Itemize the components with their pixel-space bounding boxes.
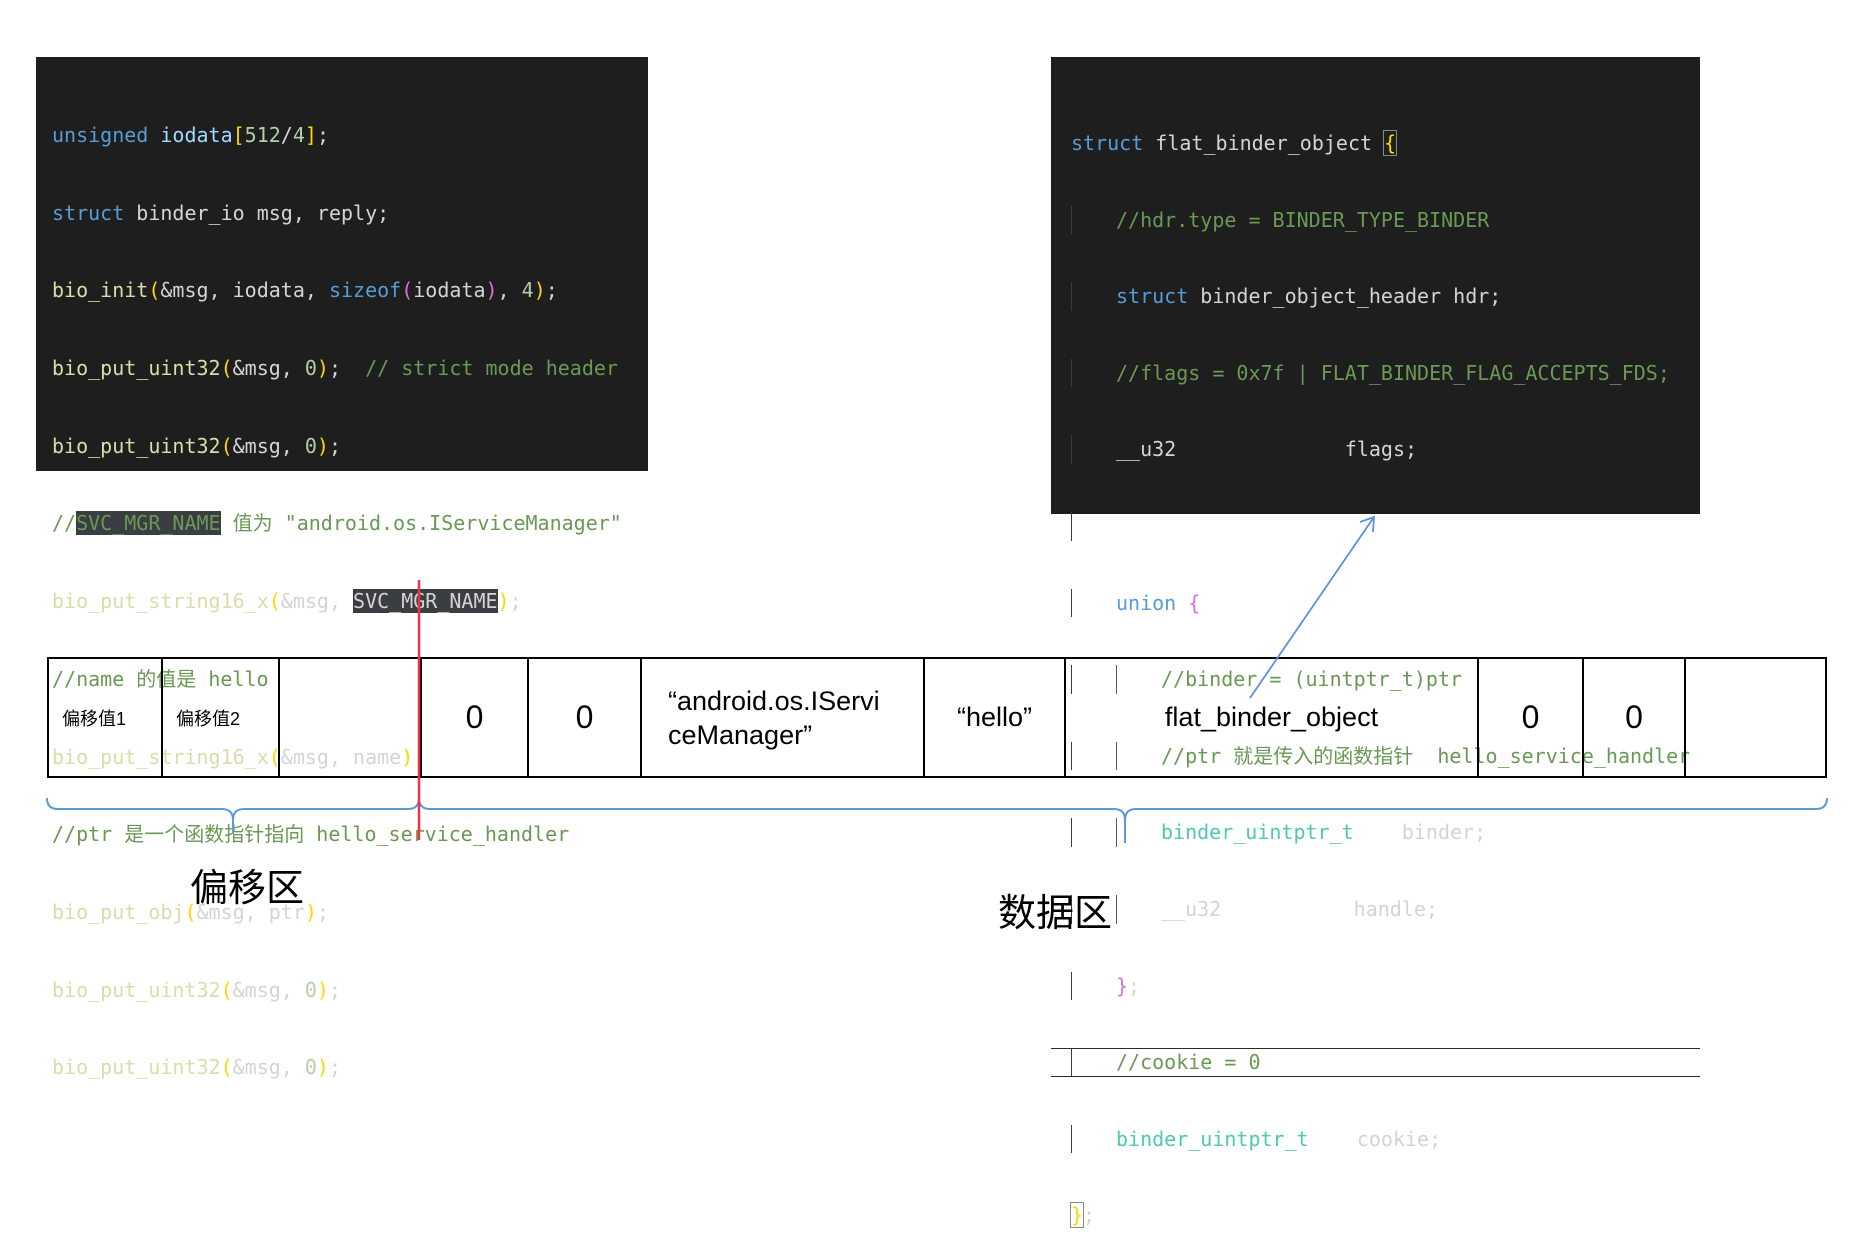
indent-guide [1071,1124,1116,1154]
code-token: ( [220,1055,233,1080]
code-line-current: //cookie = 0 [1051,1048,1700,1077]
indent-guide [1071,971,1116,1001]
code-token: ; [1083,1203,1096,1228]
code-token: &msg, [232,977,305,1002]
code-token: } [1069,1202,1085,1229]
code-token: bio_put_uint32 [52,977,221,1002]
code-token: ; [328,977,342,1002]
code-token: ; [1128,973,1141,998]
data-zone-label: 数据区 [998,893,1113,935]
code-token: binder_uintptr_t [1116,1126,1309,1151]
code-token: ) [316,1055,329,1080]
code-token: cookie; [1308,1126,1442,1151]
offset-zone-brace [46,797,420,834]
code-token: 0 [304,1055,317,1080]
code-token: bio_put_uint32 [52,1055,221,1080]
code-token: ) [316,977,329,1002]
code-token: &msg, [232,1055,305,1080]
code-line: bio_put_uint32(&msg, 0); [52,976,648,1006]
code-line: }; [1071,971,1700,1001]
code-line: binder_uintptr_t cookie; [1071,1124,1700,1154]
code-token: ; [328,1055,342,1080]
code-line: bio_put_uint32(&msg, 0); [52,1053,648,1083]
code-token: } [1116,973,1129,998]
data-zone-brace [418,797,1828,843]
current-line-highlight [1051,1048,1700,1077]
code-line: }; [1069,1201,1700,1230]
pointer-arrow-line [1249,516,1375,699]
code-token: 0 [304,977,317,1002]
diagram-overlay [46,515,1828,843]
code-token: ( [220,977,233,1002]
offset-zone-label: 偏移区 [190,868,305,910]
